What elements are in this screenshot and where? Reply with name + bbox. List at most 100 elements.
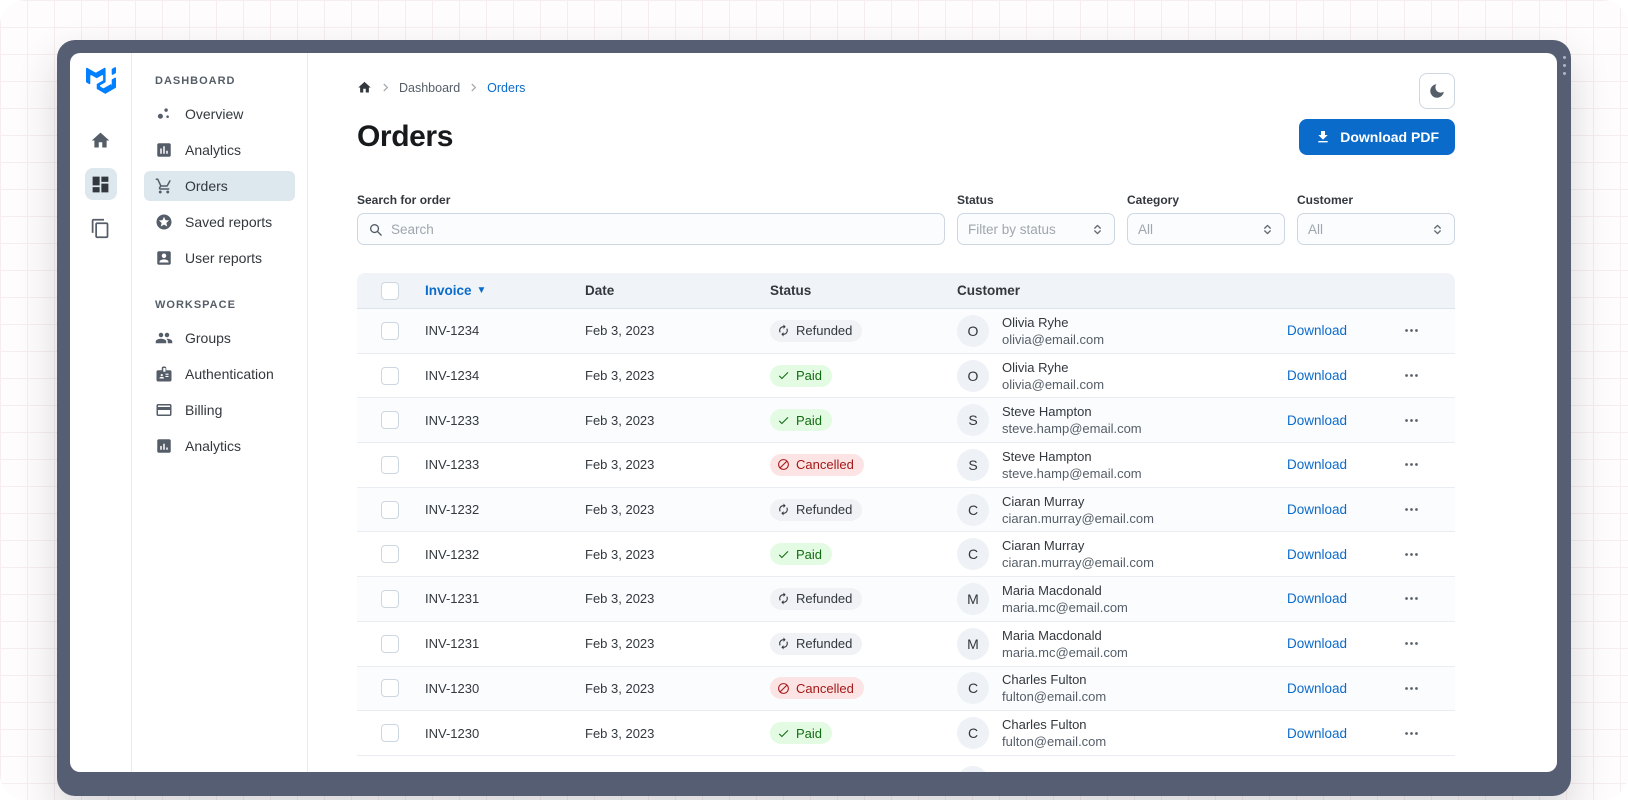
autorenew-icon (777, 637, 790, 650)
column-header-invoice[interactable]: Invoice ▼ (425, 283, 585, 298)
sidebar-item-overview[interactable]: Overview (144, 99, 295, 129)
orders-table: Invoice ▼ Date Status Customer INV-1234 Feb … (357, 273, 1455, 772)
row-menu-button[interactable] (1403, 367, 1420, 384)
sidebar-item-analytics[interactable]: Analytics (144, 135, 295, 165)
invoice-cell: INV-1230 (425, 680, 480, 696)
category-filter: Category All (1127, 193, 1285, 245)
breadcrumb-home-icon[interactable] (357, 80, 372, 95)
invoice-cell: INV-1234 (425, 368, 480, 384)
download-link[interactable]: Download (1287, 457, 1347, 472)
table-row: INV-1230 Feb 3, 2023 Cancelled C Charles… (357, 666, 1455, 712)
status-chip: Paid (770, 409, 833, 432)
sidebar-item-analytics[interactable]: Analytics (144, 431, 295, 461)
avatar: C (957, 672, 989, 705)
sidebar-item-label: Saved reports (185, 214, 273, 230)
avatar: S (957, 404, 989, 437)
download-link[interactable]: Download (1287, 368, 1347, 383)
avatar: M (957, 627, 989, 660)
main-panel: Dashboard Orders Orders Download PDF Sear… (308, 53, 1557, 772)
avatar: O (957, 359, 989, 392)
invoice-cell: INV-1233 (425, 457, 480, 473)
row-checkbox[interactable] (381, 634, 399, 653)
layers-icon (91, 218, 109, 238)
check-icon (777, 727, 790, 740)
category-select[interactable]: All (1127, 213, 1285, 245)
row-menu-button[interactable] (1403, 680, 1420, 697)
invoice-cell: INV-1234 (425, 323, 480, 339)
download-link[interactable]: Download (1287, 726, 1347, 741)
rail-home-button[interactable] (85, 124, 117, 156)
sidebar: DASHBOARD Overview Analytics Orders Saved re… (132, 53, 308, 772)
autorenew-icon (777, 503, 790, 516)
breadcrumb-item[interactable]: Dashboard (399, 81, 460, 95)
autorenew-icon (777, 324, 790, 337)
row-checkbox[interactable] (381, 455, 399, 474)
download-link[interactable]: Download (1287, 323, 1347, 338)
row-checkbox[interactable] (381, 411, 399, 430)
row-checkbox[interactable] (381, 545, 399, 564)
star-circle-icon (155, 213, 173, 231)
status-chip: Cancelled (770, 677, 864, 700)
download-link[interactable]: Download (1287, 502, 1347, 517)
row-checkbox[interactable] (381, 500, 399, 519)
customer-email: maria.mc@email.com (1002, 644, 1128, 660)
status-select[interactable]: Filter by status (957, 213, 1115, 245)
row-menu-button[interactable] (1403, 725, 1420, 742)
sidebar-item-billing[interactable]: Billing (144, 395, 295, 425)
date-cell: Feb 3, 2023 (585, 546, 655, 562)
chevron-right-icon (380, 82, 391, 93)
row-menu-button[interactable] (1403, 501, 1420, 518)
download-link[interactable]: Download (1287, 681, 1347, 696)
sidebar-item-groups[interactable]: Groups (144, 323, 295, 353)
sidebar-item-user-reports[interactable]: User reports (144, 243, 295, 273)
row-menu-button[interactable] (1403, 322, 1420, 339)
row-menu-button[interactable] (1403, 456, 1420, 473)
search-input[interactable] (357, 213, 945, 245)
row-menu-button[interactable] (1403, 412, 1420, 429)
row-menu-button[interactable] (1403, 635, 1420, 652)
mui-logo-icon (85, 67, 116, 94)
row-checkbox[interactable] (381, 321, 399, 340)
block-icon (777, 458, 790, 471)
customer-email: steve.hamp@email.com (1002, 421, 1142, 437)
date-cell: Feb 3, 2023 (585, 457, 655, 473)
download-link[interactable]: Download (1287, 591, 1347, 606)
sidebar-item-orders[interactable]: Orders (144, 171, 295, 201)
theme-toggle-button[interactable] (1419, 73, 1455, 109)
row-menu-button[interactable] (1403, 590, 1420, 607)
rail-layers-button[interactable] (85, 212, 117, 244)
customer-name: Charles Fulton (1002, 717, 1087, 733)
avatar: C (957, 493, 989, 526)
status-chip: Cancelled (770, 453, 864, 476)
download-pdf-button[interactable]: Download PDF (1299, 119, 1455, 155)
download-link[interactable]: Download (1287, 636, 1347, 651)
download-link[interactable]: Download (1287, 547, 1347, 562)
download-link[interactable]: Download (1287, 413, 1347, 428)
row-menu-button[interactable] (1403, 546, 1420, 563)
column-header-date: Date (585, 283, 615, 298)
sort-arrow-icon: ▼ (476, 285, 487, 296)
block-icon (777, 682, 790, 695)
invoice-cell: INV-1232 (425, 546, 480, 562)
select-value: All (1138, 221, 1154, 237)
check-icon (777, 548, 790, 561)
table-row: INV-1234 Feb 3, 2023 Refunded O Olivia R… (357, 309, 1455, 354)
insert-chart-icon (155, 141, 173, 159)
sidebar-item-authentication[interactable]: Authentication (144, 359, 295, 389)
scrollbar[interactable] (1563, 56, 1566, 75)
customer-name: Steve Hampton (1002, 404, 1092, 420)
check-icon (777, 414, 790, 427)
rail-dashboard-button[interactable] (84, 168, 117, 200)
invoice-cell: INV-1232 (425, 502, 480, 518)
customer-select[interactable]: All (1297, 213, 1455, 245)
search-icon (370, 223, 382, 236)
row-checkbox[interactable] (381, 679, 399, 698)
row-checkbox[interactable] (381, 724, 399, 743)
row-checkbox[interactable] (381, 589, 399, 608)
sidebar-item-saved-reports[interactable]: Saved reports (144, 207, 295, 237)
moon-icon (1430, 84, 1444, 98)
status-chip: Paid (770, 722, 833, 745)
search-label: Search for order (357, 193, 451, 207)
row-checkbox[interactable] (381, 366, 399, 385)
select-all-checkbox[interactable] (381, 281, 399, 300)
